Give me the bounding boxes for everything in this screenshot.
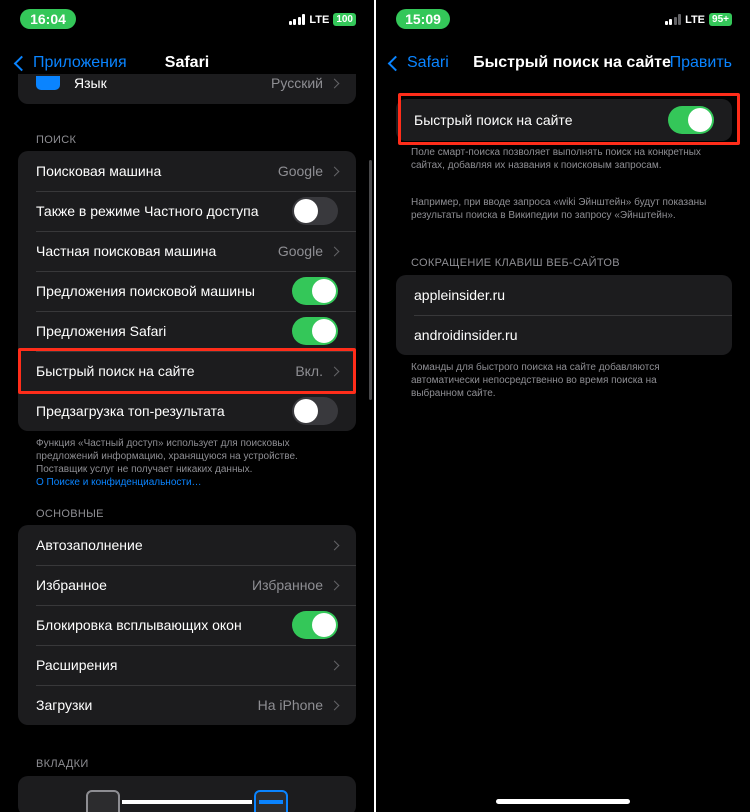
highlight-frame [398,93,740,145]
phone-tab-bar-icon[interactable] [86,790,120,812]
right-screen: 15:09 LTE 95+ Safari Быстрый поиск на са… [376,0,750,812]
row-private-search-engine[interactable]: Частная поисковая машина Google [18,231,356,271]
site-row[interactable]: androidinsider.ru [396,315,732,355]
row-value: Русский [271,75,323,91]
status-indicators: LTE 100 [288,13,356,26]
row-value: На iPhone [257,697,323,713]
preload-toggle[interactable] [292,397,338,425]
chevron-right-icon [329,580,340,590]
private-mode-toggle[interactable] [292,197,338,225]
privacy-link[interactable]: О Поиске и конфиденциальности… [36,476,346,489]
status-indicators: LTE 95+ [664,13,732,26]
chevron-right-icon [329,246,340,256]
chevron-right-icon [329,166,340,176]
tabs-layout-illustration [18,776,356,812]
section-header-general: ОСНОВНЫЕ [36,508,104,520]
section-header-search: ПОИСК [36,134,77,146]
shortcuts-footnote: Команды для быстрого поиска на сайте доб… [411,362,660,399]
row-label: Предложения поисковой машины [36,283,255,299]
row-search-engine[interactable]: Поисковая машина Google [18,151,356,191]
footnote-text: Функция «Частный доступ» использует для … [36,438,298,475]
safari-suggestions-toggle[interactable] [292,317,338,345]
highlight-frame [18,348,356,394]
divider [122,800,252,804]
row-block-popups: Блокировка всплывающих окон [18,605,356,645]
network-label: LTE [685,13,706,26]
section-header-tabs: ВКЛАДКИ [36,758,89,770]
row-value: Google [277,163,323,179]
chevron-right-icon [329,660,340,670]
home-indicator[interactable] [496,799,630,804]
phone-single-tab-icon[interactable] [254,790,288,812]
signal-icon [664,14,682,25]
row-label: Загрузки [36,697,93,713]
globe-icon [36,76,60,90]
chevron-right-icon [329,700,340,710]
row-label: Автозаполнение [36,537,143,553]
engine-suggestions-toggle[interactable] [292,277,338,305]
battery-icon: 95+ [709,13,732,26]
site-row[interactable]: appleinsider.ru [396,275,732,315]
row-label: Частная поисковая машина [36,243,217,259]
row-label: Предзагрузка топ-результата [36,403,225,419]
language-group: Язык Русский [18,74,356,104]
row-favorites[interactable]: Избранное Избранное [18,565,356,605]
row-value: Google [277,243,323,259]
network-label: LTE [309,13,330,26]
row-label: Предложения Safari [36,323,167,339]
row-label: Поисковая машина [36,163,162,179]
search-footnote: Функция «Частный доступ» использует для … [36,437,346,489]
signal-icon [288,14,306,25]
site-label: androidinsider.ru [414,327,518,343]
edit-button[interactable]: Править [670,54,732,72]
row-preload-top-hit: Предзагрузка топ-результата [18,391,356,431]
status-time: 15:09 [396,9,450,29]
row-value: Избранное [252,577,323,593]
battery-icon: 100 [333,13,356,26]
row-label: Также в режиме Частного доступа [36,203,259,219]
site-label: appleinsider.ru [414,287,506,303]
row-autofill[interactable]: Автозаполнение [18,525,356,565]
block-popups-toggle[interactable] [292,611,338,639]
row-label: Блокировка всплывающих окон [36,617,242,633]
row-safari-suggestions: Предложения Safari [18,311,356,351]
nav-bar: Safari Быстрый поиск на сайте Править [376,50,750,78]
section-header-shortcuts: СОКРАЩЕНИЕ КЛАВИШ ВЕБ-САЙТОВ [411,257,620,269]
chevron-right-icon [329,78,340,88]
row-label: Избранное [36,577,107,593]
row-private-mode: Также в режиме Частного доступа [18,191,356,231]
row-downloads[interactable]: Загрузки На iPhone [18,685,356,725]
shortcuts-group: appleinsider.ru androidinsider.ru [396,275,732,355]
row-extensions[interactable]: Расширения [18,645,356,685]
status-time: 16:04 [20,9,76,29]
scrollbar[interactable] [369,160,372,400]
page-title: Safari [164,54,210,71]
chevron-right-icon [329,540,340,550]
general-group: Автозаполнение Избранное Избранное Блоки… [18,525,356,725]
language-row[interactable]: Язык Русский [18,74,356,94]
description-2: Например, при вводе запроса «wiki Эйнште… [411,197,707,221]
row-engine-suggestions: Предложения поисковой машины [18,271,356,311]
row-label: Язык [74,75,107,91]
description-1: Поле смарт-поиска позволяет выполнять по… [411,147,701,171]
row-label: Расширения [36,657,118,673]
left-screen: 16:04 LTE 100 Приложения Safari Язык Рус… [0,0,374,812]
